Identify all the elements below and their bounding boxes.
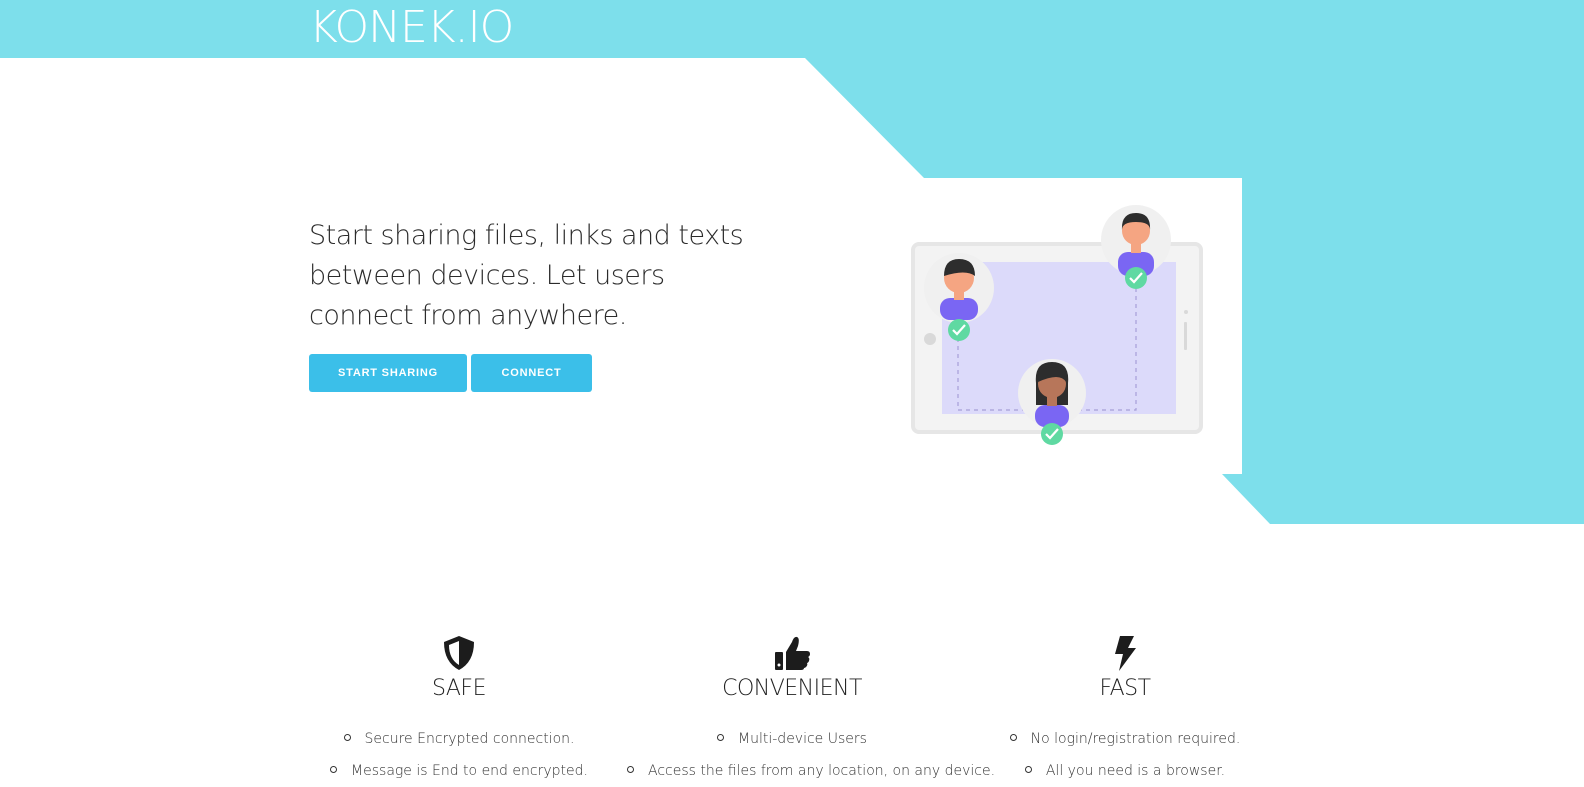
logo[interactable]: KONEK.IO [309,0,514,56]
list-item: Access the files from any location, on a… [627,755,995,787]
feature-list: Secure Encrypted connection. Message is … [294,723,624,787]
feature-title: FAST [1099,676,1151,701]
feature-fast: FAST No login/registration required. All… [960,634,1290,787]
connect-button[interactable]: CONNECT [471,354,592,392]
thumbs-up-icon [627,634,957,672]
feature-list: Multi-device Users Access the files from… [627,723,995,787]
feature-title: CONVENIENT [722,676,862,701]
devices-illustration [911,205,1203,445]
hero-buttons: START SHARING CONNECT [309,354,592,392]
list-item: Multi-device Users [627,723,957,755]
lightning-icon [960,634,1290,672]
shield-icon [294,634,624,672]
list-item: No login/registration required. [960,723,1290,755]
hero-headline: Start sharing files, links and texts bet… [309,220,744,331]
feature-list: No login/registration required. All you … [960,723,1290,787]
start-sharing-button[interactable]: START SHARING [309,354,467,392]
list-item: Secure Encrypted connection. [294,723,624,755]
list-item: All you need is a browser. [960,755,1290,787]
feature-safe: SAFE Secure Encrypted connection. Messag… [294,634,624,787]
feature-title: SAFE [432,676,486,701]
list-item: Message is End to end encrypted. [294,755,624,787]
feature-convenient: CONVENIENT Multi-device Users Access the… [627,634,995,787]
